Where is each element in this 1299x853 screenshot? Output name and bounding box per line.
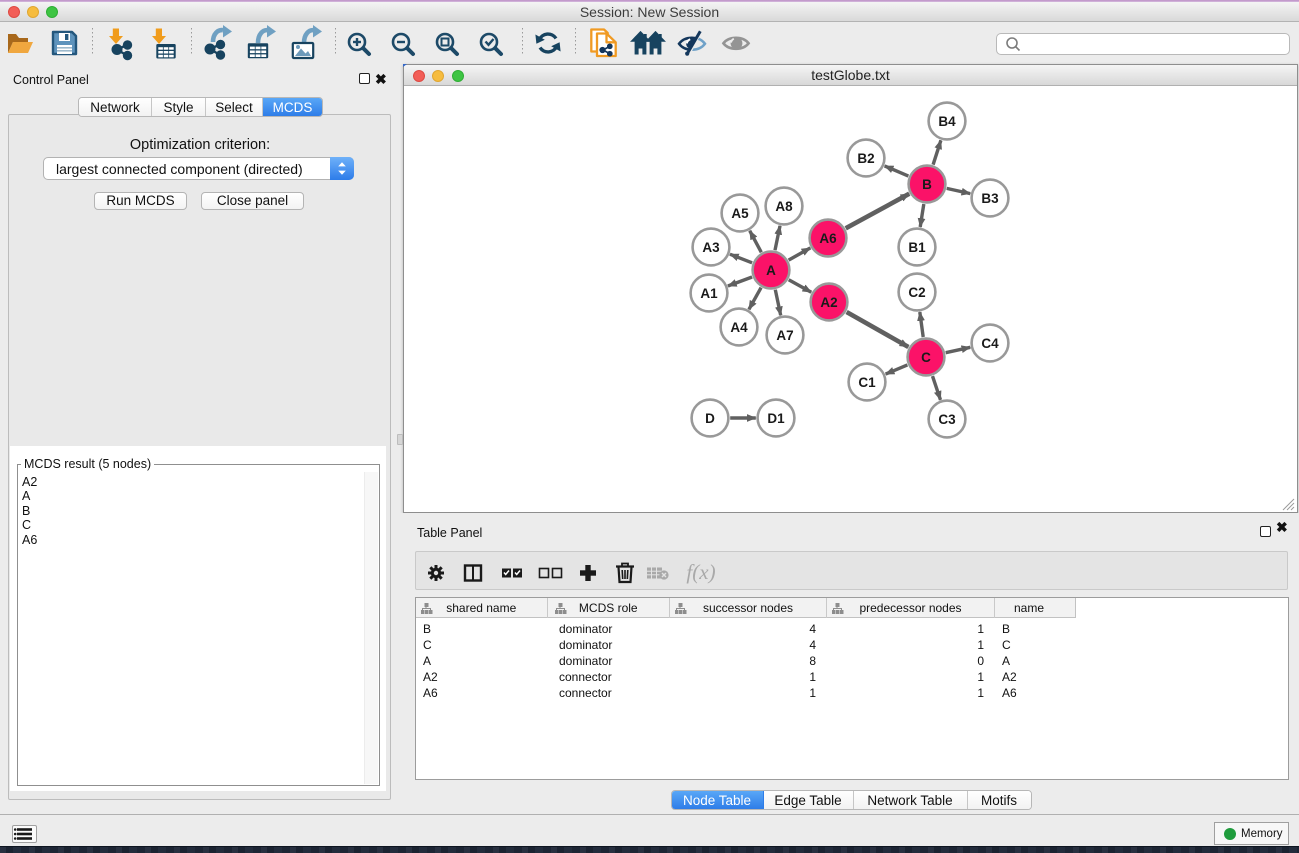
svg-text:B3: B3 [981,191,999,206]
svg-text:C2: C2 [908,285,925,300]
svg-text:D1: D1 [767,411,785,426]
svg-text:A7: A7 [776,328,793,343]
svg-text:A4: A4 [730,320,748,335]
svg-text:A3: A3 [702,240,720,255]
svg-text:B: B [922,177,932,192]
svg-text:B2: B2 [857,151,874,166]
svg-text:A5: A5 [731,206,749,221]
svg-text:A: A [766,263,776,278]
svg-text:C: C [921,350,931,365]
svg-text:B1: B1 [908,240,926,255]
svg-text:D: D [705,411,715,426]
svg-text:B4: B4 [938,114,956,129]
svg-text:C1: C1 [858,375,876,390]
svg-text:A1: A1 [700,286,718,301]
svg-text:C4: C4 [981,336,999,351]
svg-text:f(x): f(x) [686,560,715,584]
svg-text:A2: A2 [820,295,837,310]
svg-text:A6: A6 [819,231,837,246]
svg-text:C3: C3 [938,412,956,427]
svg-text:A8: A8 [775,199,793,214]
